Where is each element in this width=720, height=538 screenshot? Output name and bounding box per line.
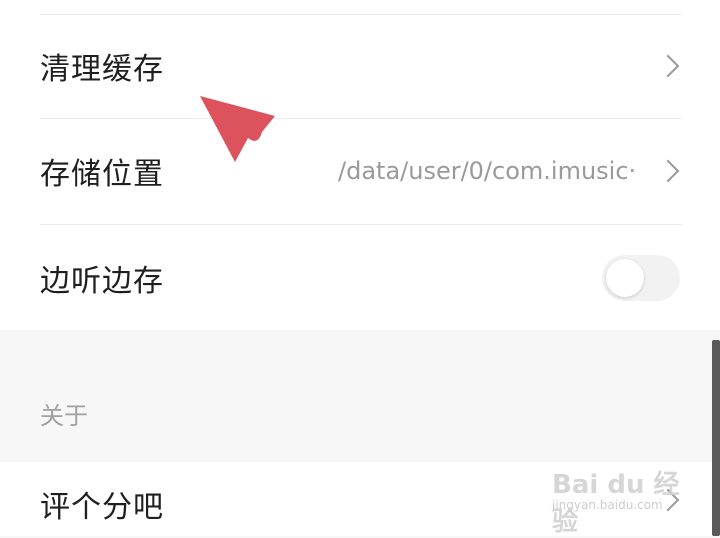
clear-cache-row[interactable]: 清理缓存 <box>0 14 720 118</box>
about-section-header: 关于 <box>40 402 88 430</box>
cache-while-listening-toggle[interactable] <box>602 254 680 301</box>
watermark-subtext: jingyan.baidu.com <box>552 498 663 512</box>
scrollbar[interactable] <box>712 340 720 536</box>
storage-location-label: 存储位置 <box>40 157 164 192</box>
baidu-watermark: Bai du 经验 jingyan.baidu.com <box>552 456 682 537</box>
clear-cache-label: 清理缓存 <box>40 52 164 87</box>
chevron-right-icon <box>656 54 680 78</box>
toggle-knob <box>606 258 644 297</box>
chevron-right-icon <box>656 159 680 183</box>
cache-while-listening-row: 边听边存 <box>0 225 720 330</box>
storage-location-value: /data/user/0/com.imusic··· <box>338 157 638 185</box>
storage-location-row[interactable]: 存储位置 /data/user/0/com.imusic··· <box>0 119 720 223</box>
rate-app-label: 评个分吧 <box>40 490 164 525</box>
storage-settings-card: 清理缓存 存储位置 /data/user/0/com.imusic··· 边听边… <box>0 0 720 330</box>
cache-while-listening-label: 边听边存 <box>40 263 164 299</box>
